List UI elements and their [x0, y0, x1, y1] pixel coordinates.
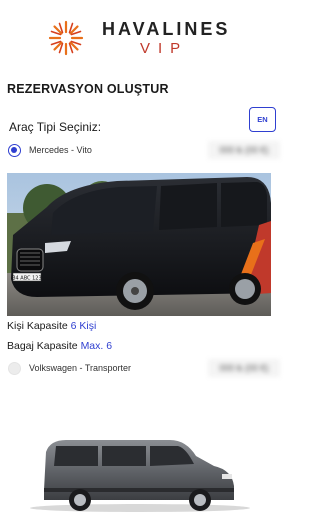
person-capacity-value: 6 Kişi — [70, 320, 97, 332]
vehicle-option-vito[interactable]: Mercedes - Vito 000 ₺ (00 €) — [8, 140, 280, 160]
person-capacity-label: Kişi Kapasite — [7, 320, 68, 332]
transporter-radio[interactable] — [8, 361, 21, 375]
vehicle-type-label: Araç Tipi Seçiniz: — [9, 120, 102, 134]
brand-name: HAVALINES — [102, 19, 231, 39]
vito-plate-text: 34 ABC 123 — [12, 276, 41, 282]
vito-person-capacity: Kişi Kapasite 6 Kişi — [7, 320, 96, 332]
luggage-capacity-value: Max. 6 — [80, 340, 113, 352]
page-title: REZERVASYON OLUŞTUR — [7, 82, 169, 96]
language-toggle-button[interactable]: EN — [249, 107, 276, 132]
brand-sub: VIP — [140, 40, 189, 57]
transporter-option-label: Volkswagen - Transporter — [29, 363, 132, 373]
app-header: HAVALINES VIP — [0, 0, 288, 68]
vito-radio[interactable] — [8, 143, 21, 157]
transporter-photo — [0, 426, 288, 512]
vito-price: 000 ₺ (00 €) — [208, 141, 280, 159]
vehicle-option-transporter[interactable]: Volkswagen - Transporter 000 ₺ (00 €) — [8, 358, 280, 378]
vito-luggage-capacity: Bagaj Kapasite Max. 6 — [7, 340, 112, 352]
vito-option-label: Mercedes - Vito — [29, 145, 92, 155]
sun-logo-icon — [48, 20, 84, 56]
transporter-price: 000 ₺ (00 €) — [208, 359, 280, 377]
luggage-capacity-label: Bagaj Kapasite — [7, 340, 78, 352]
vito-photo: 34 ABC 123 — [7, 173, 271, 316]
